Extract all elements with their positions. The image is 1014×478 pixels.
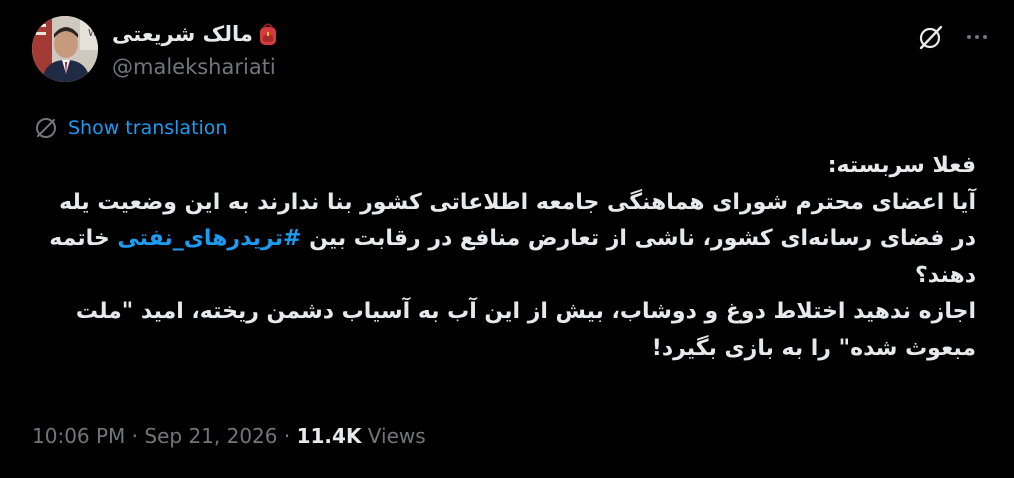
- backpack-emoji-icon: [259, 23, 276, 45]
- hashtag-link[interactable]: #تریدرهای_نفتی: [117, 226, 301, 251]
- svg-text:W: W: [88, 28, 98, 39]
- author-name-row[interactable]: مالک شریعتی: [112, 22, 279, 46]
- show-translation-label: Show translation: [68, 117, 228, 139]
- tweet-time[interactable]: 10:06 PM: [32, 424, 125, 448]
- tweet-metadata: 10:06 PM · Sep 21, 2026 · 11.4K Views: [32, 424, 426, 448]
- tweet-paragraph-2: آیا اعضای محترم شورای هماهنگی جامعه اطلا…: [30, 185, 976, 295]
- tweet-paragraph-3: اجازه ندهید اختلاط دوغ و دوشاب، بیش از ا…: [75, 299, 976, 361]
- tweet-line-1: فعلا سربسته:: [827, 153, 976, 178]
- author-name[interactable]: مالک شریعتی: [112, 22, 253, 46]
- author-handle[interactable]: @malekshariati: [112, 55, 276, 79]
- grok-icon: [919, 25, 943, 50]
- views-count[interactable]: 11.4K: [297, 424, 362, 448]
- tweet-text: فعلا سربسته: آیا اعضای محترم شورای هماهن…: [30, 148, 976, 367]
- profile-photo: W: [32, 16, 98, 82]
- show-translation-button[interactable]: Show translation: [34, 116, 227, 140]
- grok-button[interactable]: [916, 22, 946, 52]
- avatar[interactable]: W: [32, 16, 98, 82]
- views-label: Views: [361, 424, 426, 448]
- more-button[interactable]: [962, 22, 992, 52]
- tweet-date[interactable]: Sep 21, 2026: [144, 424, 277, 448]
- globe-icon: [36, 118, 56, 138]
- more-horizontal-icon: [967, 35, 971, 39]
- tweet-header: W مالک شریعتی @malekshariati: [32, 14, 992, 86]
